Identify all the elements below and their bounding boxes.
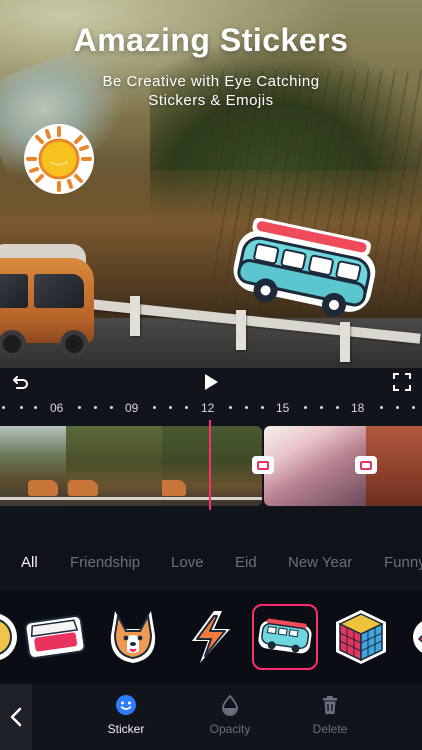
tick-dot: [2, 406, 5, 409]
tick-dot: [380, 406, 383, 409]
tick-dot: [78, 406, 81, 409]
tick-label: 18: [351, 401, 365, 415]
back-button[interactable]: [0, 684, 32, 750]
tick-dot: [412, 406, 415, 409]
tick-dot: [185, 406, 188, 409]
tab-love[interactable]: Love: [171, 554, 204, 571]
play-icon[interactable]: [202, 372, 220, 392]
photo-clip-thumbnail[interactable]: [264, 426, 366, 506]
sticker-thumb-lightning[interactable]: [177, 604, 243, 670]
hero-title: Amazing Stickers: [73, 22, 349, 58]
clip-track: [0, 426, 422, 506]
sticker-category-tabs: All Friendship Love Eid New Year Funny: [0, 536, 422, 588]
sticker-tray: [0, 590, 422, 684]
tick-dot: [169, 406, 172, 409]
delete-tool-label: Delete: [312, 722, 348, 736]
tick-dot: [20, 406, 23, 409]
sticker-thumb-partial[interactable]: [398, 604, 422, 670]
tab-all[interactable]: All: [21, 554, 38, 571]
bottom-toolbar: Sticker Opacity Delete: [0, 684, 422, 750]
sticker-thumb-corgi[interactable]: [100, 604, 166, 670]
transition-icon[interactable]: [355, 456, 377, 474]
tab-friendship[interactable]: Friendship: [70, 554, 140, 571]
photo-canvas[interactable]: Amazing Stickers Be Creative with Eye Ca…: [0, 0, 422, 368]
opacity-icon: [222, 694, 238, 716]
sticker-thumb-stay-weird[interactable]: [22, 604, 88, 670]
tick-label: 15: [276, 401, 290, 415]
tick-dot: [229, 406, 232, 409]
hero-subtitle: Be Creative with Eye Catching Stickers &…: [0, 72, 422, 110]
video-clip-thumbnail[interactable]: [66, 426, 162, 506]
tab-funny[interactable]: Funny: [384, 554, 422, 571]
tick-dot: [110, 406, 113, 409]
opacity-tool-label: Opacity: [209, 722, 251, 736]
rail-post: [130, 296, 140, 336]
tab-eid[interactable]: Eid: [235, 554, 257, 571]
tab-new-year[interactable]: New Year: [288, 554, 352, 571]
playback-toolbar: [0, 368, 422, 396]
transition-icon[interactable]: [252, 456, 274, 474]
opacity-tool-button[interactable]: Opacity: [190, 694, 270, 736]
tick-label: 09: [125, 401, 139, 415]
video-clip-thumbnail[interactable]: [162, 426, 262, 506]
tick-label: 06: [50, 401, 64, 415]
timeline-ruler[interactable]: 06 09 12 15 18: [0, 396, 422, 422]
tick-label: 12: [201, 401, 215, 415]
chevron-left-icon: [10, 707, 22, 727]
trash-icon: [323, 696, 337, 714]
tick-dot: [304, 406, 307, 409]
sticker-icon: [116, 695, 136, 715]
rail-post: [340, 322, 350, 362]
delete-tool-button[interactable]: Delete: [290, 694, 370, 736]
bus-sticker[interactable]: [226, 218, 382, 328]
tick-dot: [94, 406, 97, 409]
video-clip-thumbnail[interactable]: [0, 426, 66, 506]
sticker-tool-label: Sticker: [107, 722, 145, 736]
tick-dot: [153, 406, 156, 409]
tick-dot: [336, 406, 339, 409]
hero-subtitle-line1: Be Creative with Eye Catching: [102, 73, 320, 90]
screen: Amazing Stickers Be Creative with Eye Ca…: [0, 0, 422, 750]
tick-dot: [320, 406, 323, 409]
playhead[interactable]: [209, 420, 211, 510]
sticker-thumb-rubiks-cube[interactable]: [328, 604, 394, 670]
sticker-tool-button[interactable]: Sticker: [86, 694, 166, 736]
tick-dot: [396, 406, 399, 409]
undo-icon[interactable]: [10, 372, 30, 392]
fullscreen-icon[interactable]: [392, 372, 412, 392]
sun-sticker[interactable]: [22, 122, 96, 196]
van-photo: [0, 238, 100, 360]
tick-dot: [245, 406, 248, 409]
tick-dot: [34, 406, 37, 409]
tick-dot: [261, 406, 264, 409]
hero-subtitle-line2: Stickers & Emojis: [148, 92, 274, 109]
sticker-thumb-bus[interactable]: [252, 604, 318, 670]
